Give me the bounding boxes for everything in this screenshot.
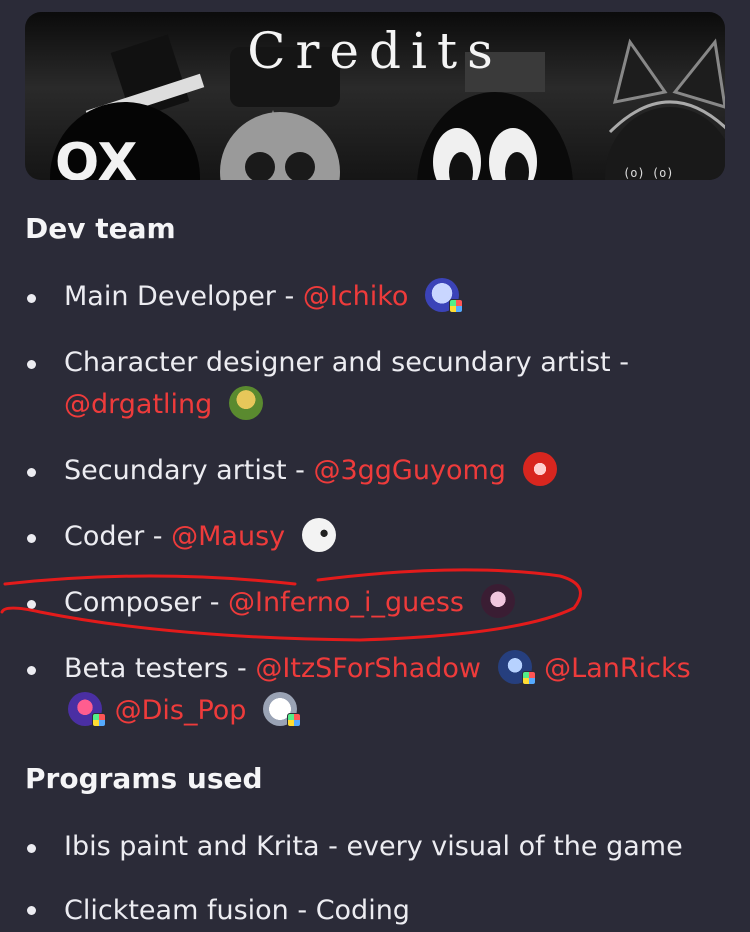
- mention-3ggguyomg[interactable]: @3ggGuyomg: [313, 455, 505, 486]
- program-item: Ibis paint and Krita - every visual of t…: [64, 831, 683, 862]
- credit-beta-testers: Beta testers - @ItzSForShadow @LanRicks …: [64, 648, 724, 732]
- svg-text:(o) (o): (o) (o): [623, 166, 674, 180]
- role-label: Main Developer -: [64, 281, 303, 312]
- role-label: Beta testers -: [64, 653, 256, 684]
- credit-character-designer: Character designer and secundary artist …: [64, 342, 724, 426]
- bullet: [27, 360, 36, 369]
- credit-main-developer: Main Developer - @Ichiko: [64, 276, 724, 318]
- svg-text:OX: OX: [55, 133, 137, 180]
- credit-coder: Coder - @Mausy: [64, 516, 724, 558]
- mention-ichiko[interactable]: @Ichiko: [303, 281, 409, 312]
- role-label: Coder -: [64, 521, 172, 552]
- credits-banner: OX (o) (o) Credits: [25, 12, 725, 180]
- bullet: [27, 468, 36, 477]
- role-label: Secundary artist -: [64, 455, 314, 486]
- role-badge-icon: [92, 712, 106, 727]
- role-badge-icon: [449, 298, 464, 313]
- bullet: [27, 534, 36, 543]
- mention-lanricks[interactable]: @LanRicks: [544, 653, 691, 684]
- mention-mausy[interactable]: @Mausy: [171, 521, 285, 552]
- bullet: [27, 666, 36, 675]
- program-item: Clickteam fusion - Coding: [64, 895, 410, 926]
- mention-itzsforshadow[interactable]: @ItzSForShadow: [255, 653, 481, 684]
- user-avatar[interactable]: [301, 517, 336, 552]
- dev-team-heading: Dev team: [25, 212, 176, 245]
- hand-drawn-circle-annotation: [0, 568, 582, 642]
- banner-title: Credits: [247, 22, 503, 80]
- role-badge-icon: [521, 670, 536, 685]
- bullet: [27, 906, 36, 915]
- role-badge-icon: [287, 712, 302, 727]
- role-label: Character designer and secundary artist …: [64, 347, 629, 378]
- user-avatar[interactable]: [228, 385, 263, 420]
- bullet: [27, 294, 36, 303]
- programs-used-heading: Programs used: [25, 762, 263, 795]
- mention-drgatling[interactable]: @drgatling: [64, 389, 212, 420]
- mention-dis-pop[interactable]: @Dis_Pop: [115, 695, 247, 726]
- bullet: [27, 844, 36, 853]
- credit-secundary-artist: Secundary artist - @3ggGuyomg: [64, 450, 724, 492]
- user-avatar[interactable]: [522, 451, 557, 486]
